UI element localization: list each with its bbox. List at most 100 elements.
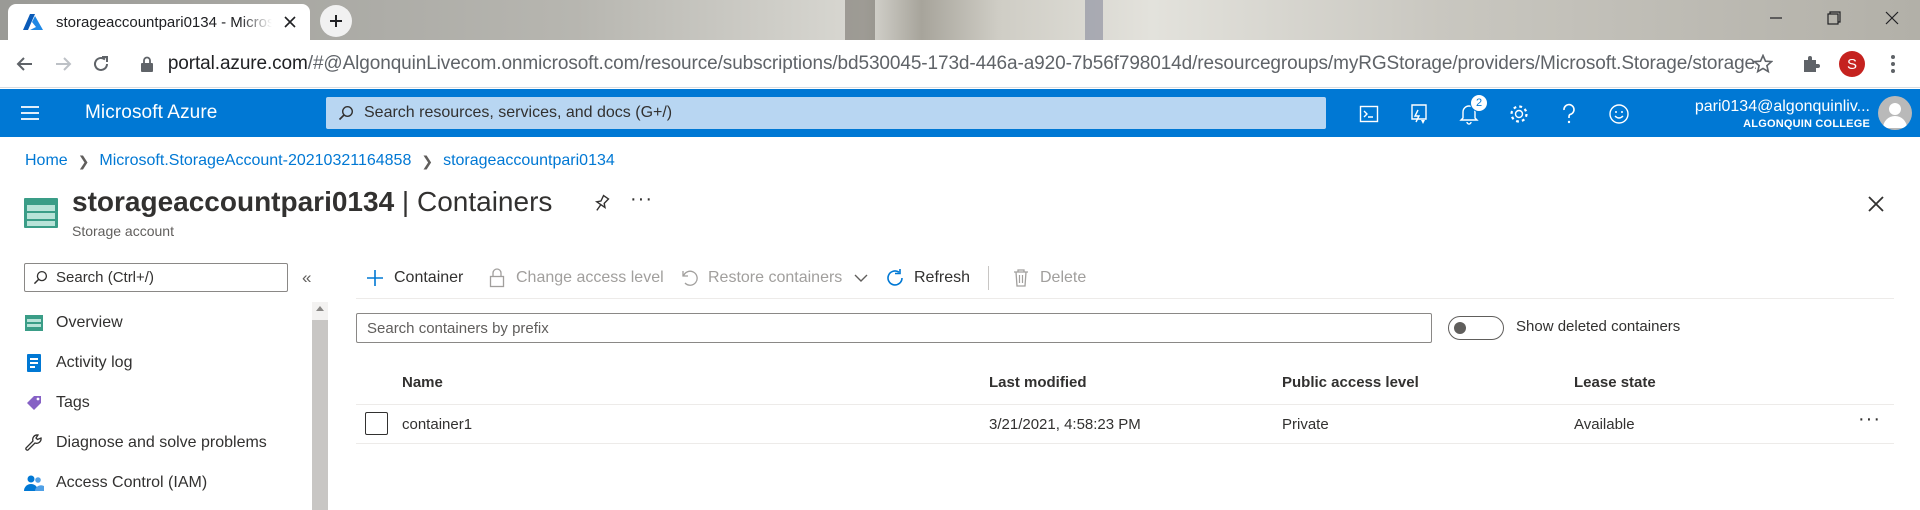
kebab-menu-icon (1891, 55, 1895, 73)
column-header-last-modified[interactable]: Last modified (989, 374, 1087, 391)
restore-containers-button[interactable]: Restore containers (678, 262, 872, 294)
cloud-shell-button[interactable] (1352, 97, 1386, 131)
plus-icon (364, 267, 386, 289)
close-icon (1868, 196, 1884, 212)
close-blade-button[interactable] (1862, 190, 1890, 218)
reload-icon (94, 55, 108, 71)
browser-profile-avatar[interactable]: S (1839, 51, 1865, 77)
reload-button[interactable] (84, 47, 118, 81)
global-search-box[interactable] (326, 97, 1326, 129)
lease-state-cell: Available (1574, 416, 1635, 433)
change-access-level-button[interactable]: Change access level (486, 262, 664, 294)
nav-item-label: Tags (56, 394, 90, 411)
browser-tab-strip: storageaccountpari0134 - Microsoft Azure (0, 0, 1920, 40)
last-modified-cell: 3/21/2021, 4:58:23 PM (989, 416, 1141, 433)
scrollbar-thumb[interactable] (312, 320, 328, 510)
tab-title: storageaccountpari0134 - Microsoft Azure (56, 13, 272, 31)
people-icon (24, 473, 44, 493)
breadcrumb-home[interactable]: Home (25, 152, 68, 170)
user-avatar[interactable] (1878, 96, 1912, 130)
user-email[interactable]: pari0134@algonquinliv... (1670, 98, 1870, 116)
refresh-button[interactable]: Refresh (884, 262, 970, 294)
command-bar-divider (356, 298, 1894, 299)
nav-item-label: Diagnose and solve problems (56, 434, 267, 451)
refresh-label: Refresh (914, 269, 971, 286)
lock-icon (486, 267, 508, 289)
delete-button[interactable]: Delete (1010, 262, 1086, 294)
column-header-name[interactable]: Name (402, 374, 443, 391)
directory-filter-icon (1411, 104, 1427, 124)
azure-brand[interactable]: Microsoft Azure (85, 102, 217, 124)
help-button[interactable] (1552, 97, 1586, 131)
nav-scrollbar[interactable] (312, 302, 328, 510)
column-header-public-access[interactable]: Public access level (1282, 374, 1419, 391)
browser-toolbar: portal.azure.com/#@AlgonquinLivecom.onmi… (0, 40, 1920, 88)
row-select-checkbox[interactable] (365, 412, 388, 435)
public-access-cell: Private (1282, 416, 1329, 433)
address-bar[interactable]: portal.azure.com/#@AlgonquinLivecom.onmi… (136, 48, 1756, 80)
row-more-actions-button[interactable]: ··· (1858, 408, 1881, 431)
directory-filter-button[interactable] (1402, 97, 1436, 131)
restore-icon (1827, 11, 1841, 25)
back-button[interactable] (8, 47, 42, 81)
show-deleted-toggle[interactable] (1448, 316, 1504, 340)
breadcrumb-resource-group[interactable]: Microsoft.StorageAccount-20210321164858 (99, 152, 411, 170)
table-header-divider (356, 404, 1894, 405)
browser-menu-button[interactable] (1878, 49, 1908, 79)
activity-log-icon (24, 353, 44, 373)
chevron-right-icon: ❯ (421, 152, 434, 169)
browser-tab[interactable]: storageaccountpari0134 - Microsoft Azure (8, 4, 310, 40)
change-access-level-label: Change access level (516, 269, 664, 286)
nav-search-box[interactable] (24, 263, 288, 292)
tag-icon (24, 393, 44, 413)
page-title: storageaccountpari0134 | Containers (72, 186, 552, 218)
show-deleted-label: Show deleted containers (1516, 318, 1681, 335)
overview-icon (24, 313, 44, 333)
azure-top-bar: Microsoft Azure 2 pari0134@algonquinliv.… (0, 89, 1920, 137)
column-header-lease-state[interactable]: Lease state (1574, 374, 1656, 391)
nav-item-diagnose[interactable]: Diagnose and solve problems (24, 428, 267, 458)
feedback-button[interactable] (1602, 97, 1636, 131)
settings-button[interactable] (1502, 97, 1536, 131)
forward-button[interactable] (46, 47, 80, 81)
search-icon (33, 270, 48, 285)
tab-close-icon[interactable] (280, 12, 300, 32)
toggle-knob (1454, 322, 1466, 334)
more-actions-button[interactable]: ··· (630, 188, 653, 211)
user-organization: ALGONQUIN COLLEGE (1743, 118, 1870, 130)
global-search-input[interactable] (364, 104, 1304, 122)
restore-window-button[interactable] (1810, 0, 1858, 36)
bookmark-star-button[interactable] (1748, 49, 1778, 79)
arrow-left-icon (16, 56, 32, 71)
minimize-icon (1770, 17, 1782, 19)
nav-item-label: Access Control (IAM) (56, 474, 208, 491)
new-tab-button[interactable] (320, 5, 352, 37)
chevron-down-icon (850, 267, 872, 289)
nav-item-overview[interactable]: Overview (24, 308, 123, 338)
refresh-icon (884, 267, 906, 289)
close-window-button[interactable] (1868, 0, 1916, 36)
hamburger-menu-icon[interactable] (18, 101, 42, 125)
nav-search-input[interactable] (56, 269, 276, 286)
pin-icon (594, 194, 610, 211)
minimize-window-button[interactable] (1752, 0, 1800, 36)
container-name[interactable]: container1 (402, 416, 472, 433)
nav-item-access-control[interactable]: Access Control (IAM) (24, 468, 207, 498)
add-container-button[interactable]: Container (364, 262, 463, 294)
scroll-up-icon[interactable] (316, 306, 324, 311)
url-text: portal.azure.com/#@AlgonquinLivecom.onmi… (168, 53, 1756, 75)
pin-button[interactable] (590, 192, 614, 216)
azure-logo-icon (23, 14, 43, 30)
terminal-icon (1359, 105, 1379, 123)
url-host: portal.azure.com (167, 53, 308, 74)
extensions-button[interactable] (1796, 49, 1826, 79)
puzzle-icon (1804, 56, 1820, 72)
container-prefix-search-input[interactable] (356, 313, 1432, 343)
nav-item-tags[interactable]: Tags (24, 388, 90, 418)
breadcrumb-storage-account[interactable]: storageaccountpari0134 (443, 152, 615, 170)
nav-item-activity-log[interactable]: Activity log (24, 348, 132, 378)
url-path: /#@AlgonquinLivecom.onmicrosoft.com/reso… (307, 53, 1756, 74)
collapse-nav-button[interactable]: « (302, 268, 311, 288)
gear-icon (1510, 105, 1528, 123)
close-icon (1885, 11, 1899, 25)
